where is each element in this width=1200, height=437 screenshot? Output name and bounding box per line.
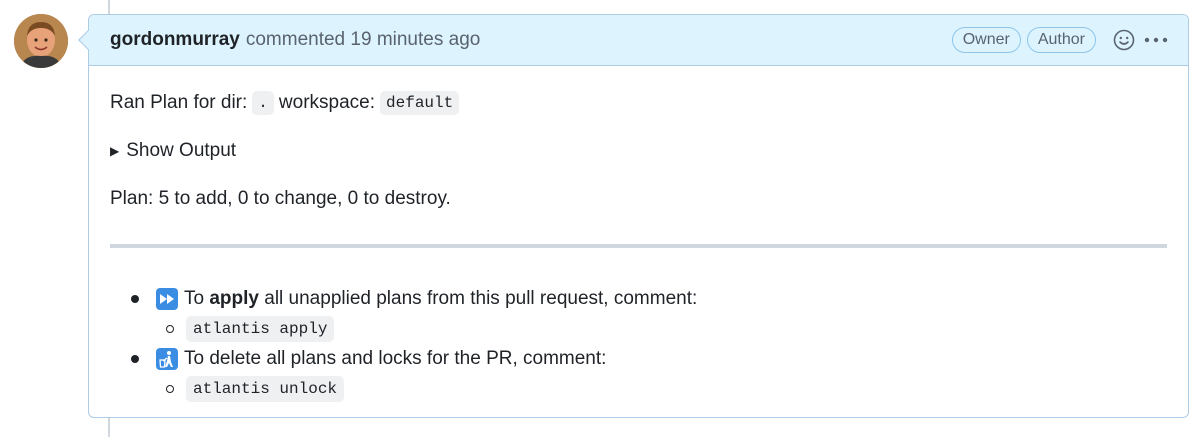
apply-command-item: atlantis apply (132, 314, 1167, 344)
add-reaction-button[interactable] (1110, 26, 1138, 54)
comment-header: gordonmurray commented 19 minutes ago Ow… (89, 15, 1188, 66)
apply-instruction: To apply all unapplied plans from this p… (132, 284, 1167, 314)
sub-bullet (166, 325, 174, 333)
sub-bullet (166, 385, 174, 393)
bullet (131, 355, 139, 363)
show-output-toggle[interactable]: ▶ Show Output (110, 136, 1167, 166)
bullet (131, 295, 139, 303)
plan-summary: Plan: 5 to add, 0 to change, 0 to destro… (110, 188, 451, 209)
disclosure-triangle-icon: ▶ (110, 144, 120, 158)
list-item: To delete all plans and locks for the PR… (131, 344, 1167, 404)
apply-text-before: To (184, 288, 210, 309)
ran-plan-prefix: Ran Plan for dir: (110, 92, 248, 113)
fast-forward-emoji-icon (156, 288, 178, 310)
apply-bold: apply (209, 288, 259, 309)
smiley-icon (1113, 29, 1135, 51)
header-actions: Owner Author (946, 26, 1170, 54)
author-badge: Author (1026, 27, 1096, 53)
litter-bin-emoji-icon (156, 348, 178, 370)
workspace-label: workspace: (278, 92, 376, 113)
action-list: To apply all unapplied plans from this p… (110, 284, 1167, 404)
comment-body: Ran Plan for dir: . workspace: default ▶… (89, 66, 1188, 404)
apply-text-after: all unapplied plans from this pull reque… (258, 288, 698, 309)
separator (110, 244, 1167, 248)
kebab-horizontal-icon (1144, 37, 1168, 43)
unlock-text: To delete all plans and locks for the PR… (184, 348, 607, 369)
workspace-code: default (380, 91, 460, 115)
comment-timestamp[interactable]: commented 19 minutes ago (246, 29, 480, 51)
author-link[interactable]: gordonmurray (110, 29, 240, 51)
more-options-button[interactable] (1142, 26, 1170, 54)
owner-badge: Owner (951, 27, 1021, 53)
show-output-label: Show Output (126, 140, 237, 161)
ran-plan-line: Ran Plan for dir: . workspace: default (110, 88, 1167, 118)
comment-box: gordonmurray commented 19 minutes ago Ow… (78, 14, 1189, 418)
unlock-command-code: atlantis unlock (186, 376, 345, 402)
unlock-command-item: atlantis unlock (132, 374, 1167, 404)
unlock-instruction: To delete all plans and locks for the PR… (132, 344, 1167, 374)
list-item: To apply all unapplied plans from this p… (131, 284, 1167, 344)
dir-code: . (252, 91, 274, 115)
avatar[interactable] (14, 14, 68, 68)
avatar-image (14, 14, 68, 68)
apply-command-code: atlantis apply (186, 316, 335, 342)
